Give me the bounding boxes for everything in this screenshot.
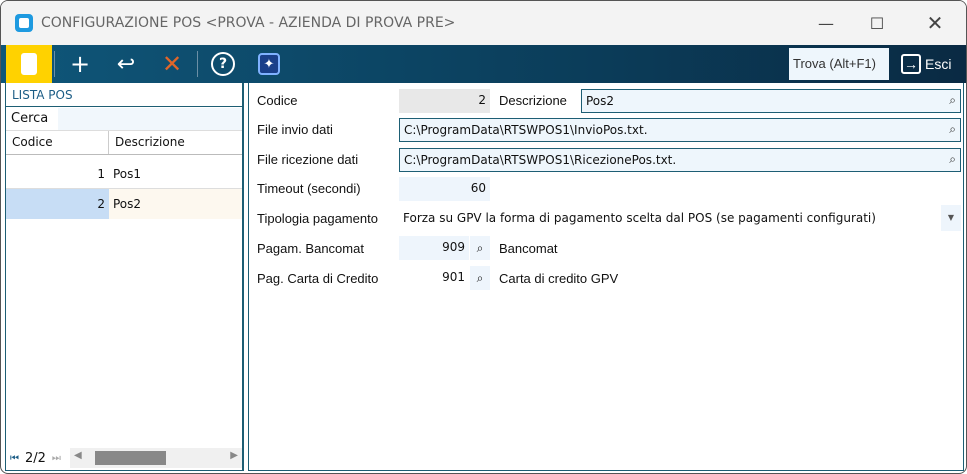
chevron-down-icon[interactable]: ▼: [941, 205, 961, 231]
first-page-icon[interactable]: ⏮: [10, 453, 19, 464]
search-icon[interactable]: ⌕: [470, 266, 490, 290]
list-header: Codice Descrizione: [6, 131, 242, 155]
file-invio-label: File invio dati: [257, 122, 333, 137]
search-icon[interactable]: ⌕: [949, 152, 956, 167]
undo-icon: ↩: [116, 51, 136, 77]
scroll-left-icon[interactable]: ◀: [74, 450, 82, 461]
search-icon[interactable]: ⌕: [470, 236, 490, 260]
assistant-button[interactable]: ✦: [246, 45, 292, 83]
plus-icon: +: [69, 50, 91, 78]
window: CONFIGURAZIONE POS <PROVA - AZIENDA DI P…: [0, 0, 967, 474]
minimize-button[interactable]: —: [798, 1, 854, 45]
exit-label: Esci: [925, 56, 952, 72]
file-invio-value: C:\ProgramData\RTSWPOS1\InvioPos.txt.: [404, 123, 648, 137]
window-title: CONFIGURAZIONE POS <PROVA - AZIENDA DI P…: [41, 15, 456, 31]
file-ricezione-field[interactable]: C:\ProgramData\RTSWPOS1\RicezionePos.txt…: [399, 148, 961, 172]
search-icon[interactable]: ⌕: [949, 93, 956, 108]
new-button[interactable]: +: [57, 45, 103, 83]
sparkle-icon: ✦: [258, 53, 280, 75]
row-code: 1: [97, 166, 105, 181]
list-title: LISTA POS: [6, 83, 242, 107]
help-button[interactable]: ?: [200, 45, 246, 83]
separator: [197, 51, 198, 77]
row-desc: Pos2: [109, 188, 242, 219]
last-page-icon[interactable]: ⏭: [52, 453, 61, 464]
carta-desc: Carta di credito GPV: [499, 271, 619, 286]
close-button[interactable]: ✕: [907, 1, 963, 45]
detail-form: Codice 2 Descrizione Pos2 ⌕ File invio da…: [249, 83, 964, 471]
panel-icon: [21, 53, 37, 75]
list-row[interactable]: 1 Pos1: [6, 159, 242, 189]
app-icon: [15, 14, 33, 32]
help-icon: ?: [211, 52, 235, 76]
delete-button[interactable]: ✕: [149, 45, 195, 83]
column-header-codice[interactable]: Codice: [6, 131, 109, 154]
separator: [54, 51, 55, 77]
delete-icon: ✕: [161, 50, 183, 78]
search-label: Cerca: [11, 111, 49, 126]
file-invio-field[interactable]: C:\ProgramData\RTSWPOS1\InvioPos.txt. ⌕: [399, 118, 961, 142]
title-bar: CONFIGURAZIONE POS <PROVA - AZIENDA DI P…: [1, 1, 966, 45]
scroll-right-icon[interactable]: ▶: [230, 450, 238, 461]
list-row-selected[interactable]: 2 Pos2: [6, 188, 242, 219]
bancomat-label: Pagam. Bancomat: [257, 241, 364, 256]
descrizione-field[interactable]: Pos2 ⌕: [581, 89, 961, 113]
row-code: 2: [6, 188, 109, 219]
row-desc: Pos1: [113, 166, 142, 181]
descrizione-value: Pos2: [586, 94, 615, 108]
descrizione-label: Descrizione: [499, 93, 567, 108]
timeout-field[interactable]: 60: [399, 177, 490, 201]
pager-text: 2/2: [25, 450, 46, 466]
horizontal-scrollbar[interactable]: ◀ ▶: [70, 448, 242, 468]
search-input[interactable]: [58, 107, 242, 130]
tipologia-select[interactable]: Forza su GPV la forma di pagamento scelt…: [399, 207, 939, 231]
toggle-panel-button[interactable]: [6, 45, 52, 83]
timeout-label: Timeout (secondi): [257, 181, 361, 196]
codice-label: Codice: [257, 93, 298, 108]
list-footer: ⏮ 2/2 ⏭ ◀ ▶: [6, 446, 242, 470]
file-ricezione-value: C:\ProgramData\RTSWPOS1\RicezionePos.txt…: [404, 153, 677, 167]
exit-button[interactable]: → Esci: [901, 49, 951, 79]
exit-icon: →: [901, 54, 921, 74]
tipologia-label: Tipologia pagamento: [257, 211, 378, 226]
column-header-descrizione[interactable]: Descrizione: [109, 131, 191, 154]
bancomat-code-field[interactable]: 909: [399, 236, 469, 260]
pos-list-panel: LISTA POS Cerca Codice Descrizione 1 Pos…: [5, 83, 243, 471]
undo-button[interactable]: ↩: [103, 45, 149, 83]
maximize-button[interactable]: ☐: [849, 1, 905, 45]
search-row: Cerca: [6, 107, 242, 131]
carta-code-field[interactable]: 901: [399, 266, 469, 290]
find-button[interactable]: Trova (Alt+F1): [789, 48, 889, 80]
carta-label: Pag. Carta di Credito: [257, 271, 379, 286]
scroll-thumb[interactable]: [95, 451, 166, 465]
file-ricezione-label: File ricezione dati: [257, 152, 359, 167]
bancomat-desc: Bancomat: [499, 241, 558, 256]
codice-field: 2: [399, 89, 490, 113]
search-icon[interactable]: ⌕: [949, 122, 956, 137]
